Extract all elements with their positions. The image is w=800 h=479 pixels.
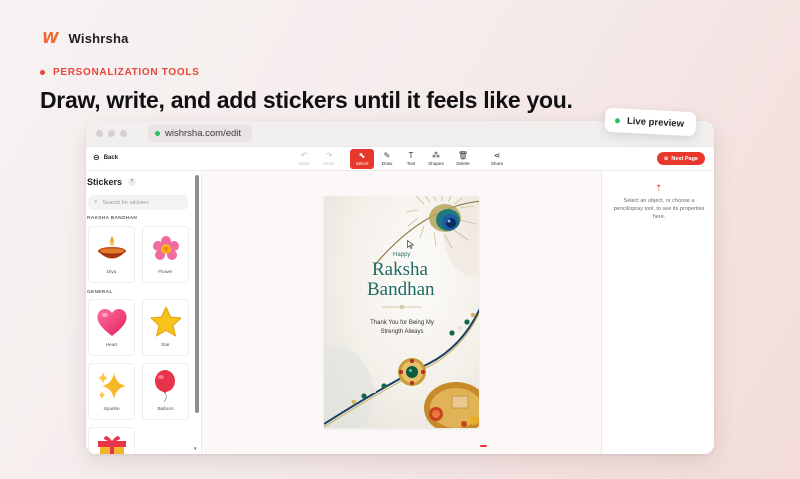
sticker-heart[interactable]: Heart — [88, 299, 135, 356]
properties-hint: Select an object, or choose a pencil/spr… — [613, 198, 705, 220]
gift-icon — [94, 433, 130, 454]
live-dot — [614, 117, 621, 123]
design-canvas[interactable]: Happy Raksha Bandhan Thank You for Being… — [202, 171, 601, 454]
shapes-tool-button[interactable]: ⁂ Shapes — [424, 149, 448, 169]
sticker-name: Flower — [158, 270, 173, 275]
back-button[interactable]: ⊖ Back — [93, 153, 118, 162]
share-label: Share — [490, 161, 504, 166]
next-circle-icon: ⊕ — [663, 155, 669, 162]
stickers-panel: Stickers ? ⌕ RAKSHA BANDHAN Diya — [86, 171, 202, 454]
sticker-name: Diya — [106, 270, 117, 275]
draw-label: Draw — [381, 161, 393, 166]
help-icon[interactable]: ? — [128, 178, 137, 186]
sticker-gift[interactable] — [88, 427, 135, 454]
brand-logo-icon: W — [42, 29, 59, 47]
delete-label: Delete — [456, 161, 470, 166]
card-raksha-text[interactable]: Raksha — [372, 259, 428, 281]
sticker-balloon[interactable]: Balloon — [142, 363, 189, 420]
brand: W Wishrsha — [42, 29, 129, 47]
sticker-flower[interactable]: Flower — [142, 226, 189, 283]
shapes-icon: ⁂ — [432, 151, 440, 160]
share-icon: ⋖ — [493, 151, 501, 160]
delete-button[interactable]: 🗑 Delete — [451, 149, 475, 169]
card-message-text[interactable]: Thank You for Being My Strength Always — [360, 319, 444, 337]
eyebrow: PERSONALIZATION TOOLS — [40, 67, 200, 78]
redo-label: Redo — [323, 161, 335, 166]
sticker-search-input[interactable] — [102, 199, 183, 206]
card-illustration — [324, 196, 479, 428]
share-button[interactable]: ⋖ Share — [485, 149, 509, 169]
brand-name: Wishrsha — [68, 30, 129, 46]
sticker-star[interactable]: Star — [142, 299, 189, 356]
next-page-button[interactable]: ⊕ Next Page — [656, 152, 705, 165]
text-tool-button[interactable]: T Text — [399, 149, 423, 169]
section-label-raksha-bandhan: RAKSHA BANDHAN — [87, 216, 138, 221]
pencil-icon: ✎ — [383, 151, 391, 160]
select-label: Select — [355, 161, 369, 166]
undo-icon: ↶ — [300, 151, 308, 160]
window-close-dot[interactable] — [96, 130, 103, 137]
undo-label: Undo — [298, 161, 310, 166]
url-text: wishrsha.com/edit — [165, 128, 242, 139]
sticker-search: ⌕ — [88, 195, 188, 210]
live-preview-badge: Live preview — [604, 107, 697, 137]
page-headline: Draw, write, and add stickers until it f… — [40, 87, 573, 113]
rakhi-card[interactable]: Happy Raksha Bandhan Thank You for Being… — [324, 196, 479, 428]
sticker-diya[interactable]: Diya — [88, 226, 135, 283]
window-minimize-dot[interactable] — [108, 130, 115, 137]
sparkle-icon — [94, 369, 130, 403]
draw-tool-button[interactable]: ✎ Draw — [375, 149, 399, 169]
trash-icon: 🗑 — [457, 151, 469, 160]
sticker-name: Balloon — [157, 407, 174, 412]
heart-icon — [94, 305, 130, 339]
redo-button[interactable]: ↷ Redo — [317, 149, 341, 169]
eyebrow-dot — [40, 70, 45, 75]
stickers-scrollbar[interactable] — [195, 175, 199, 413]
back-label: Back — [103, 154, 119, 161]
pointer-tap-icon: ⇡ — [655, 183, 663, 193]
stickers-header: Stickers ? — [87, 177, 137, 187]
star-icon — [148, 305, 184, 339]
card-bandhan-text[interactable]: Bandhan — [367, 279, 435, 301]
editor-toolbar: ⊖ Back ↶ Undo ↷ Redo ⬉ Select ✎ Draw T T… — [86, 147, 714, 171]
eyebrow-label: PERSONALIZATION TOOLS — [53, 67, 200, 78]
live-preview-label: Live preview — [626, 115, 685, 130]
undo-button[interactable]: ↶ Undo — [292, 149, 316, 169]
shapes-label: Shapes — [428, 161, 444, 166]
text-label: Text — [406, 161, 416, 166]
mouse-cursor-icon — [407, 240, 414, 249]
select-tool-button[interactable]: ⬉ Select — [350, 149, 374, 169]
page-indicator[interactable] — [480, 445, 487, 447]
scroll-down-icon[interactable]: ▾ — [194, 446, 197, 452]
url-bar[interactable]: wishrsha.com/edit — [148, 125, 252, 142]
sticker-sparkle[interactable]: Sparkle — [88, 363, 135, 420]
stickers-title: Stickers — [87, 177, 123, 187]
sticker-name: Heart — [105, 343, 118, 348]
diya-icon — [94, 232, 130, 266]
next-page-label: Next Page — [671, 155, 698, 162]
section-label-general: GENERAL — [87, 290, 113, 295]
flower-icon — [148, 232, 184, 266]
redo-icon: ↷ — [325, 151, 333, 160]
window-maximize-dot[interactable] — [120, 130, 127, 137]
text-icon: T — [408, 151, 414, 160]
balloon-icon — [148, 369, 184, 403]
card-happy-text[interactable]: Happy — [393, 252, 410, 258]
sticker-name: Star — [161, 343, 170, 348]
cursor-icon: ⬉ — [358, 151, 366, 160]
sticker-name: Sparkle — [103, 407, 120, 412]
app-window: wishrsha.com/edit ⊖ Back ↶ Undo ↷ Redo ⬉… — [86, 121, 714, 454]
secure-dot — [155, 131, 160, 136]
properties-panel: ⇡ Select an object, or choose a pencil/s… — [601, 171, 714, 454]
arrow-left-icon: ⊖ — [93, 153, 100, 162]
search-icon: ⌕ — [94, 199, 98, 205]
